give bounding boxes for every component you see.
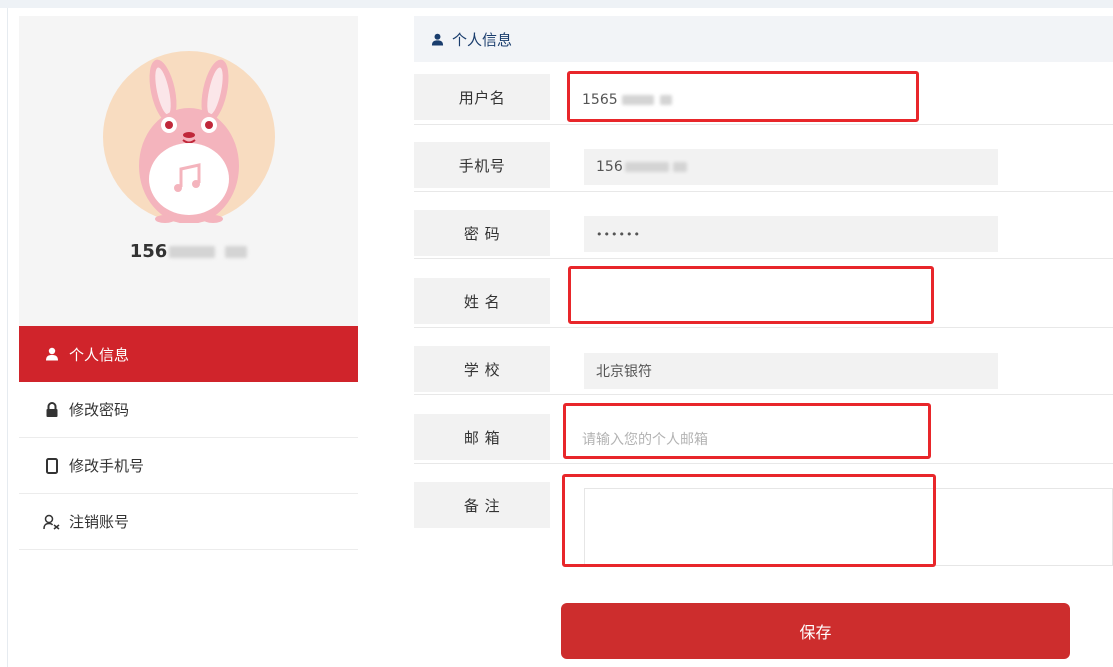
phone-input[interactable]: 156 [584, 149, 998, 185]
password-label: 密 码 [414, 210, 550, 256]
email-placeholder: 请输入您的个人邮箱 [582, 432, 708, 448]
left-border [7, 8, 8, 667]
form-row-name: 姓 名 [414, 278, 1113, 328]
form-row-password: 密 码 •••••• [414, 210, 1113, 259]
lock-icon [43, 401, 61, 419]
sidebar-item-change-password[interactable]: 修改密码 [19, 382, 358, 438]
user-remove-icon [43, 513, 61, 531]
redacted-blur [659, 95, 672, 105]
save-button[interactable]: 保存 [561, 603, 1070, 659]
sidebar: 156 个人信息 修改密码 修改手机号 注销账号 [19, 16, 358, 667]
profile-username: 156 [19, 241, 358, 262]
form-row-phone: 手机号 156 [414, 142, 1113, 192]
school-input[interactable]: 北京银符 [584, 353, 998, 389]
profile-form: 个人信息 用户名 1565 手机号 156 密 码 •••••• 姓 名 学 校… [414, 16, 1113, 667]
sidebar-item-change-phone[interactable]: 修改手机号 [19, 438, 358, 494]
phone-value: 156 [596, 159, 623, 175]
notes-label: 备 注 [414, 482, 550, 528]
username-label: 用户名 [414, 74, 550, 120]
user-icon [428, 30, 446, 48]
email-input[interactable]: 请输入您的个人邮箱 [570, 419, 925, 459]
username-input[interactable]: 1565 [570, 81, 900, 119]
redacted-blur [621, 95, 654, 105]
sidebar-item-label: 修改密码 [69, 401, 130, 419]
sidebar-menu: 个人信息 修改密码 修改手机号 注销账号 [19, 326, 358, 550]
sidebar-item-delete-account[interactable]: 注销账号 [19, 494, 358, 550]
redacted-blur [169, 246, 216, 258]
name-input[interactable] [570, 283, 930, 327]
password-input[interactable]: •••••• [584, 216, 998, 252]
password-value: •••••• [596, 227, 641, 241]
username-value: 1565 [582, 92, 618, 108]
school-label: 学 校 [414, 346, 550, 392]
redacted-blur [225, 246, 248, 258]
user-icon [43, 345, 61, 363]
sidebar-item-label: 注销账号 [69, 513, 130, 531]
email-label: 邮 箱 [414, 414, 550, 460]
sidebar-item-profile[interactable]: 个人信息 [19, 326, 358, 382]
section-title: 个人信息 [452, 30, 513, 49]
name-label: 姓 名 [414, 278, 550, 324]
bunny-avatar-icon [103, 51, 275, 224]
top-border [0, 0, 1113, 8]
form-row-notes: 备 注 [414, 482, 1113, 570]
phone-label: 手机号 [414, 142, 550, 188]
username-text: 156 [129, 241, 168, 262]
notes-textarea[interactable] [584, 488, 1113, 566]
phone-icon [43, 457, 61, 475]
redacted-blur [672, 162, 687, 172]
sidebar-item-label: 个人信息 [69, 345, 130, 364]
section-header: 个人信息 [414, 16, 1113, 62]
school-value: 北京银符 [596, 364, 652, 380]
avatar[interactable] [103, 51, 275, 224]
sidebar-item-label: 修改手机号 [69, 457, 145, 475]
redacted-blur [624, 162, 669, 172]
profile-card: 156 [19, 16, 358, 326]
form-row-email: 邮 箱 请输入您的个人邮箱 [414, 414, 1113, 464]
form-row-username: 用户名 1565 [414, 74, 1113, 125]
form-row-school: 学 校 北京银符 [414, 346, 1113, 395]
